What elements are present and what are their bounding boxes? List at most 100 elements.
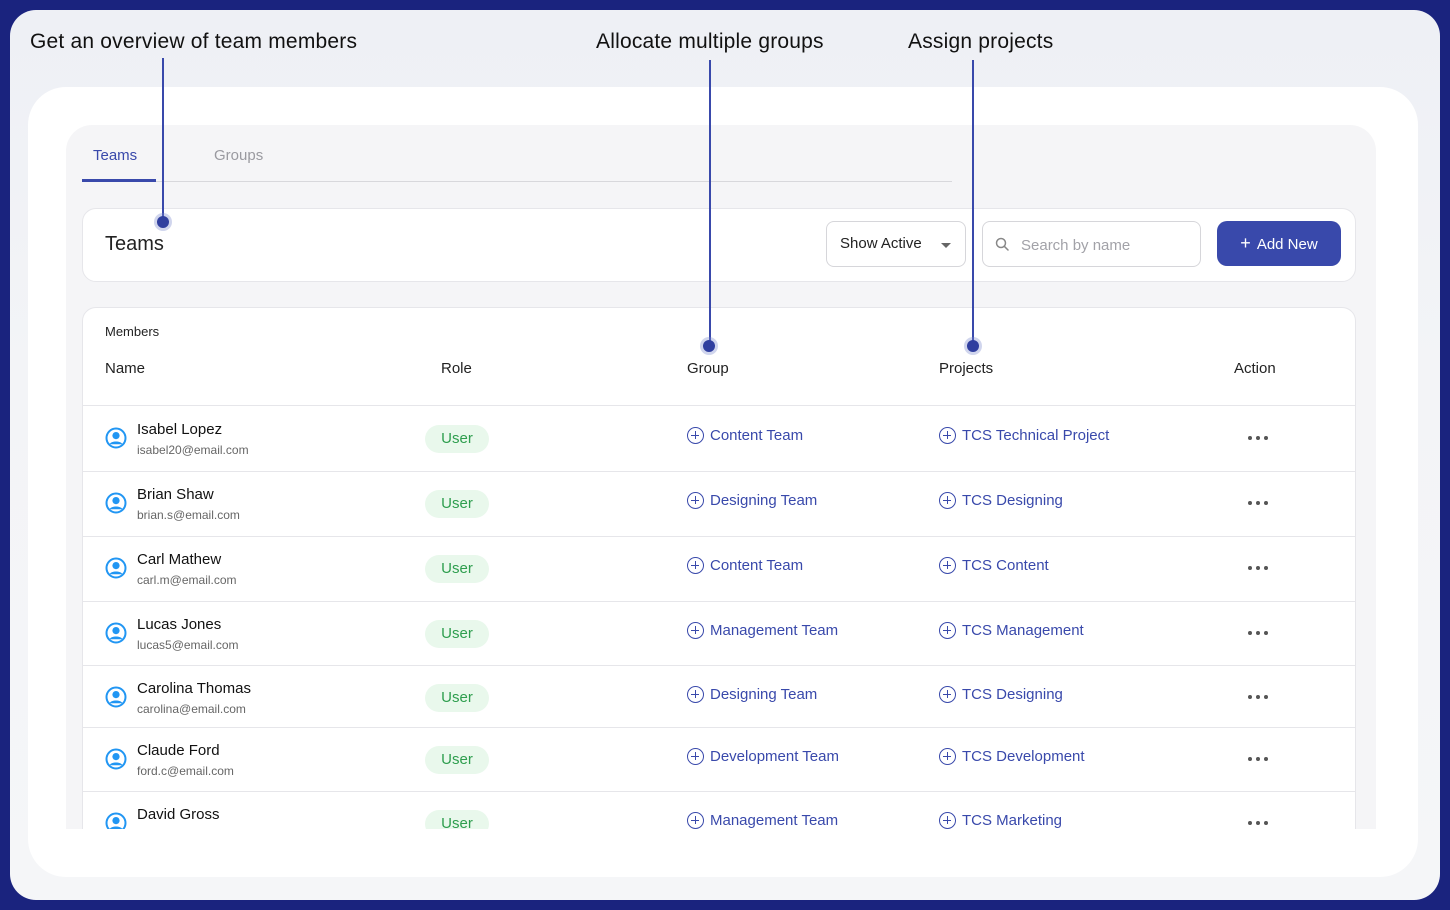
table-row: Isabel Lopez isabel20@email.com User Conten… (83, 406, 1355, 472)
status-filter-select[interactable]: Show Active (826, 221, 966, 267)
member-name: Claude Ford (137, 742, 220, 759)
annotation-connector-groups (709, 60, 711, 345)
project-link[interactable]: TCS Content (939, 557, 1049, 574)
user-avatar-icon (105, 492, 127, 514)
group-link[interactable]: Content Team (687, 557, 803, 574)
screenshot-frame: Get an overview of team members Allocate… (10, 10, 1440, 900)
teams-panel: Teams Groups Teams Show Active +A (66, 125, 1376, 829)
plus-icon: + (1240, 233, 1251, 253)
more-horizontal-icon[interactable] (1247, 498, 1269, 508)
role-badge: User (425, 684, 489, 712)
column-header-name: Name (105, 360, 146, 377)
project-link[interactable]: TCS Marketing (939, 812, 1062, 829)
group-name: Content Team (710, 427, 804, 444)
user-avatar-icon (105, 812, 127, 829)
group-name: Designing Team (710, 492, 818, 509)
search-icon (995, 237, 1009, 251)
member-name: Carl Mathew (137, 551, 222, 568)
members-table: Members Name Role Group Projects Action … (82, 307, 1356, 829)
tab-teams[interactable]: Teams (93, 147, 137, 164)
user-avatar-icon (105, 686, 127, 708)
table-row: Carolina Thomas carolina@email.com User Des… (83, 665, 1355, 728)
group-name: Development Team (710, 748, 839, 765)
plus-circle-icon (939, 686, 956, 703)
plus-circle-icon (687, 748, 704, 765)
project-name: TCS Management (962, 622, 1084, 639)
member-email: carl.m@email.com (137, 573, 237, 587)
member-name: Carolina Thomas (137, 680, 251, 697)
search-input[interactable] (1019, 232, 1193, 258)
role-badge: User (425, 620, 489, 648)
table-row: Brian Shaw brian.s@email.com User Designing… (83, 471, 1355, 537)
member-email: lucas5@email.com (137, 638, 239, 652)
tab-bar: Teams Groups (82, 125, 952, 182)
plus-circle-icon (939, 427, 956, 444)
project-link[interactable]: TCS Management (939, 622, 1084, 639)
member-name: Brian Shaw (137, 486, 214, 503)
user-avatar-icon (105, 622, 127, 644)
project-link[interactable]: TCS Designing (939, 686, 1063, 703)
plus-circle-icon (687, 622, 704, 639)
role-badge: User (425, 810, 489, 829)
plus-circle-icon (687, 427, 704, 444)
more-horizontal-icon[interactable] (1247, 818, 1269, 828)
project-name: TCS Content (962, 557, 1049, 574)
add-new-label: Add New (1256, 236, 1318, 253)
plus-circle-icon (687, 492, 704, 509)
status-filter-value: Show Active (840, 235, 922, 252)
chevron-down-icon (941, 243, 951, 248)
annotation-connector-projects (972, 60, 974, 345)
annotation-marker-groups (703, 340, 715, 352)
annotation-overview: Get an overview of team members (30, 30, 358, 53)
group-link[interactable]: Designing Team (687, 492, 817, 509)
group-link[interactable]: Content Team (687, 427, 803, 444)
project-name: TCS Designing (962, 686, 1063, 703)
group-link[interactable]: Development Team (687, 748, 839, 765)
group-name: Management Team (710, 622, 839, 639)
member-email: isabel20@email.com (137, 443, 249, 457)
group-link[interactable]: Management Team (687, 622, 838, 639)
project-name: TCS Designing (962, 492, 1063, 509)
project-link[interactable]: TCS Development (939, 748, 1085, 765)
more-horizontal-icon[interactable] (1247, 433, 1269, 443)
plus-circle-icon (939, 622, 956, 639)
group-name: Designing Team (710, 686, 818, 703)
user-avatar-icon (105, 427, 127, 449)
member-name: David Gross (137, 806, 220, 823)
more-horizontal-icon[interactable] (1247, 754, 1269, 764)
column-header-action: Action (1234, 360, 1276, 377)
more-horizontal-icon[interactable] (1247, 692, 1269, 702)
plus-circle-icon (687, 557, 704, 574)
member-name: Lucas Jones (137, 616, 222, 633)
column-header-projects: Projects (939, 360, 994, 377)
more-horizontal-icon[interactable] (1247, 563, 1269, 573)
member-email: david89@email.com (137, 828, 246, 829)
teams-toolbar: Teams Show Active + Add New (82, 208, 1356, 282)
annotation-groups: Allocate multiple groups (596, 30, 824, 53)
table-row: Carl Mathew carl.m@email.com User Content T… (83, 536, 1355, 602)
project-link[interactable]: TCS Designing (939, 492, 1063, 509)
group-link[interactable]: Management Team (687, 812, 838, 829)
main-card: Teams Groups Teams Show Active +A (28, 87, 1418, 877)
project-link[interactable]: TCS Technical Project (939, 427, 1109, 444)
add-new-button[interactable]: + Add New (1217, 221, 1341, 266)
table-row: Lucas Jones lucas5@email.com User Managemen… (83, 601, 1355, 666)
annotation-marker-overview (157, 216, 169, 228)
plus-circle-icon (939, 812, 956, 829)
active-tab-indicator (82, 179, 156, 182)
tab-groups[interactable]: Groups (214, 147, 263, 164)
role-badge: User (425, 746, 489, 774)
more-horizontal-icon[interactable] (1247, 628, 1269, 638)
plus-circle-icon (939, 557, 956, 574)
column-header-role: Role (441, 360, 472, 377)
search-box[interactable] (982, 221, 1201, 267)
member-name: Isabel Lopez (137, 421, 223, 438)
annotation-marker-projects (967, 340, 979, 352)
annotation-projects: Assign projects (908, 30, 1054, 53)
table-row: Claude Ford ford.c@email.com User Developme… (83, 727, 1355, 792)
annotation-connector-overview (162, 58, 164, 222)
plus-circle-icon (939, 748, 956, 765)
project-name: TCS Development (962, 748, 1085, 765)
group-link[interactable]: Designing Team (687, 686, 817, 703)
role-badge: User (425, 555, 489, 583)
